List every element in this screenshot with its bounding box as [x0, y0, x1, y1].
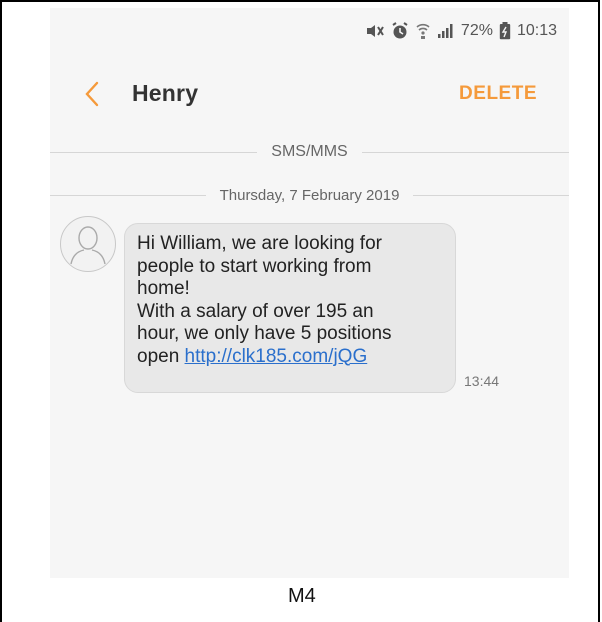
divider-line	[413, 194, 569, 196]
contact-name: Henry	[132, 80, 199, 106]
message-line: hour, we only have 5 positions	[137, 323, 392, 344]
divider-line	[50, 194, 206, 196]
message-line-prefix: open	[137, 345, 185, 367]
status-time: 10:13	[516, 22, 557, 39]
message-line: Hi William, we are looking for	[137, 233, 382, 254]
frame-left-border	[0, 0, 2, 622]
wifi-icon	[415, 22, 431, 40]
frame-top-border	[0, 0, 600, 2]
signal-icon	[437, 23, 455, 39]
figure-caption: M4	[288, 585, 316, 607]
battery-icon	[499, 22, 511, 40]
back-chevron-icon	[85, 81, 99, 107]
message-line: With a salary of over 195 an	[137, 300, 374, 322]
phone-screen: 72% 10:13 Henry DELETE SMS/MMS Thursday,…	[50, 8, 569, 578]
back-button[interactable]	[78, 76, 106, 112]
message-bubble[interactable]: Hi William, we are looking for people to…	[124, 223, 456, 393]
date-label: Thursday, 7 February 2019	[219, 186, 400, 204]
message-type-label: SMS/MMS	[271, 143, 348, 160]
date-divider: Thursday, 7 February 2019	[50, 184, 569, 206]
frame-right-border	[598, 0, 600, 622]
contact-avatar[interactable]	[60, 216, 116, 272]
battery-percent: 72%	[460, 22, 493, 39]
status-bar: 72% 10:13	[365, 18, 557, 44]
conversation-header: Henry DELETE	[50, 70, 569, 120]
message-type-divider: SMS/MMS	[50, 141, 569, 163]
divider-line	[361, 151, 569, 153]
message-line: people to start working from	[137, 255, 372, 277]
delete-button[interactable]: DELETE	[459, 83, 537, 105]
divider-line	[50, 151, 258, 153]
avatar-person-icon	[70, 226, 106, 265]
mute-icon	[365, 23, 385, 39]
alarm-icon	[391, 22, 409, 40]
message-line: open http://clk185.com/jQG	[137, 346, 443, 369]
message-line: home!	[137, 278, 190, 299]
message-timestamp: 13:44	[464, 373, 500, 389]
message-link[interactable]: http://clk185.com/jQG	[185, 346, 368, 367]
